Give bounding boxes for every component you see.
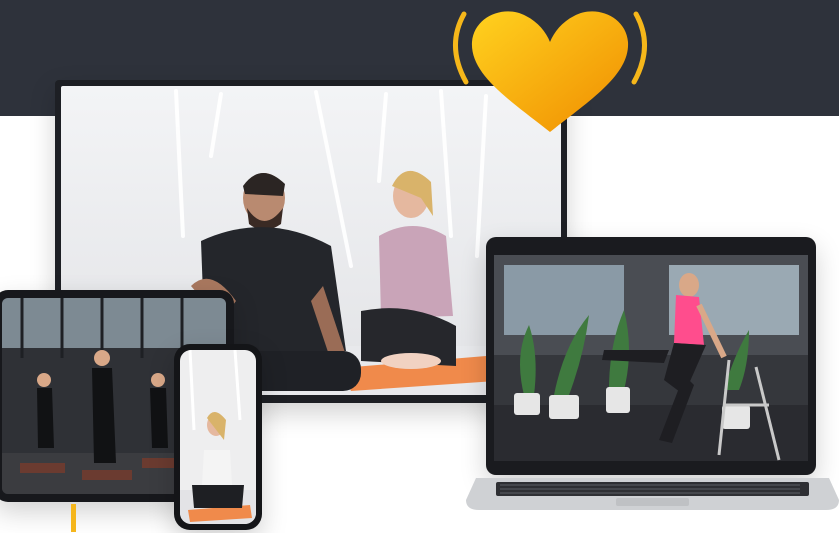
heart-icon	[450, 4, 650, 139]
laptop-device	[486, 237, 816, 475]
laptop-screen	[494, 255, 808, 461]
laptop-keyboard-base	[466, 476, 839, 514]
phone-screen	[180, 350, 256, 524]
phone-scene	[180, 350, 256, 524]
accent-bar	[71, 504, 76, 532]
laptop-scene	[494, 255, 808, 461]
phone-device	[174, 344, 262, 530]
